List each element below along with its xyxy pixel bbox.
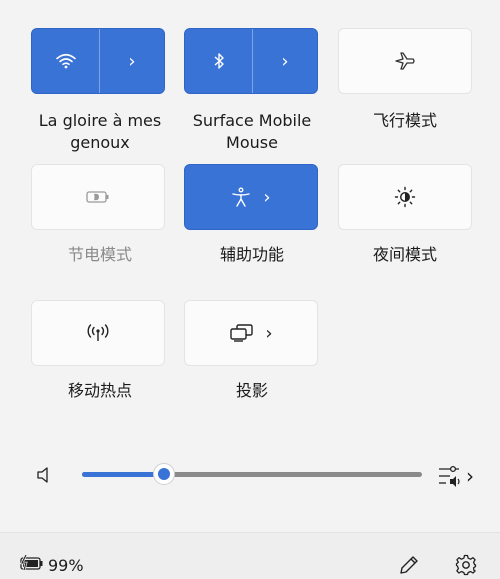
project-tile[interactable]: › [184, 300, 318, 366]
chevron-right-icon: › [265, 322, 273, 344]
volume-slider-thumb[interactable] [152, 463, 175, 485]
gear-icon [455, 554, 477, 576]
speaker-icon [37, 467, 48, 483]
night-light-tile[interactable] [338, 164, 472, 230]
tile-label-accessibility: 辅助功能 [219, 245, 284, 264]
pencil-icon [400, 556, 418, 574]
tile-label-night-light: 夜间模式 [372, 245, 437, 264]
hotspot-icon [87, 324, 109, 341]
chevron-right-icon: › [466, 464, 474, 488]
chevron-right-icon: › [263, 186, 271, 208]
project-icon [230, 324, 254, 342]
tile-label-bluetooth: Surface Mobile Mouse [192, 111, 312, 152]
tile-label-project: 投影 [235, 381, 268, 400]
bluetooth-tile[interactable]: › [184, 28, 318, 94]
wifi-icon [55, 53, 76, 69]
wifi-toggle-button[interactable] [32, 29, 100, 93]
chevron-right-icon: › [281, 50, 289, 72]
battery-percentage: 99% [48, 556, 84, 575]
night-light-icon [394, 186, 416, 208]
airplane-icon [395, 52, 415, 70]
volume-mute-button[interactable] [36, 466, 52, 484]
bluetooth-toggle-button[interactable] [185, 29, 253, 93]
tile-label-airplane: 飞行模式 [372, 111, 437, 130]
battery-status[interactable] [18, 555, 44, 571]
mobile-hotspot-tile[interactable] [31, 300, 165, 366]
accessibility-icon [232, 187, 251, 207]
tile-label-battery-saver: 节电模式 [67, 245, 132, 264]
tile-label-hotspot: 移动热点 [67, 381, 132, 400]
audio-output-button[interactable]: › [438, 464, 474, 488]
battery-charging-icon [19, 555, 43, 571]
airplane-mode-tile[interactable] [338, 28, 472, 94]
battery-saver-icon [86, 191, 109, 203]
wifi-expand-button[interactable]: › [100, 29, 164, 93]
bluetooth-expand-button[interactable]: › [253, 29, 317, 93]
chevron-right-icon: › [128, 50, 136, 72]
tile-label-wifi: La gloire à mes genoux [38, 111, 162, 152]
wifi-tile[interactable]: › [31, 28, 165, 94]
edit-quick-settings-button[interactable] [398, 554, 420, 576]
accessibility-tile[interactable]: › [184, 164, 318, 230]
audio-output-icon [439, 465, 460, 487]
battery-saver-tile[interactable] [31, 164, 165, 230]
volume-slider[interactable] [82, 463, 422, 485]
volume-slider-fill [82, 472, 164, 477]
bluetooth-icon [214, 53, 224, 69]
settings-button[interactable] [455, 554, 477, 576]
